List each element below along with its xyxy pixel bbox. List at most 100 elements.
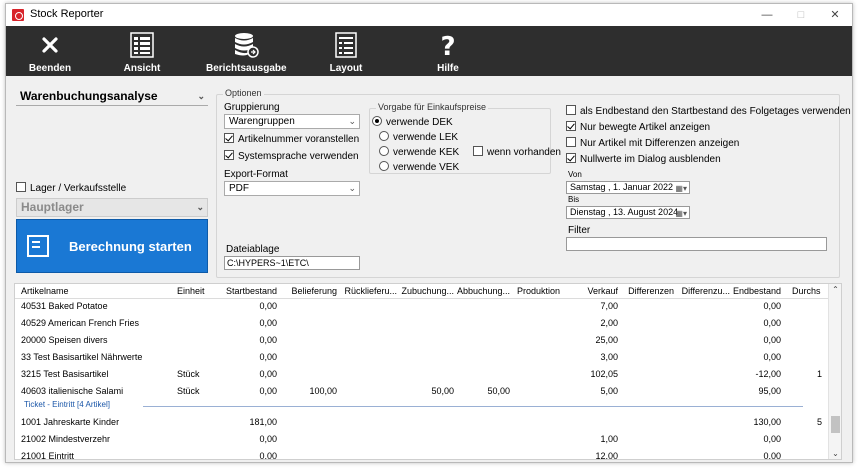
cell-unit: Stück [177, 369, 200, 379]
layout-label: Layout [329, 63, 363, 74]
col-zubuchung[interactable]: Zubuchung... [398, 286, 454, 296]
checkbox-icon [16, 182, 26, 192]
radio-vek[interactable]: verwende VEK [379, 161, 459, 175]
cell-verk: 5,00 [600, 386, 618, 396]
filter-input[interactable] [566, 237, 827, 251]
group-row[interactable]: Ticket - Eintritt [4 Artikel] [15, 399, 830, 413]
cell-name: 33 Test Basisartikel Nährwerte [21, 352, 143, 362]
radio-dek[interactable]: verwende DEK [372, 116, 453, 130]
close-window-button[interactable]: ✕ [818, 4, 852, 26]
cell-name: 3215 Test Basisartikel [21, 369, 109, 379]
exportformat-select[interactable]: PDF ⌄ [224, 181, 360, 196]
col-startbestand[interactable]: Startbestand [221, 286, 277, 296]
maximize-button[interactable]: □ [784, 4, 818, 26]
cell-end: 0,00 [763, 451, 781, 460]
col-endbestand[interactable]: Endbestand [725, 286, 781, 296]
col-durchschnitt[interactable]: Durchs [792, 286, 821, 296]
scroll-thumb[interactable] [831, 416, 840, 433]
radio-icon [379, 131, 389, 141]
col-differenzu[interactable]: Differenzu... [674, 286, 730, 296]
database-export-icon [235, 33, 259, 58]
cell-verk: 3,00 [600, 352, 618, 362]
cell-end: 0,00 [763, 335, 781, 345]
group-divider [143, 406, 803, 407]
col-ruecklieferung[interactable]: Rücklieferu... [341, 286, 397, 296]
radio-dek-label: verwende DEK [386, 117, 453, 128]
checkbox-icon [566, 153, 576, 163]
radio-icon [372, 116, 382, 126]
wenn-vorhanden-checkbox[interactable]: wenn vorhanden [473, 146, 561, 160]
scroll-up-icon[interactable]: ⌃ [829, 285, 841, 294]
von-date-picker[interactable]: Samstag , 1. Januar 2022 ▦▾ [566, 181, 690, 194]
cell-name: 21001 Eintritt [21, 451, 75, 460]
checkbox-icon [566, 105, 576, 115]
col-abbuchung[interactable]: Abbuchung... [454, 286, 510, 296]
table-row[interactable]: 40531 Baked Potatoe 0,00 7,00 0,00 [15, 298, 830, 315]
berichtsausgabe-label: Berichtsausgabe [206, 63, 287, 74]
ansicht-button[interactable]: Ansicht [112, 26, 172, 76]
vorgabe-title: Vorgabe für Einkaufspreise [376, 102, 489, 112]
col-verkauf[interactable]: Verkauf [562, 286, 618, 296]
checkbox-icon [224, 150, 234, 160]
systemsprache-checkbox[interactable]: Systemsprache verwenden [224, 150, 359, 164]
report-type-select[interactable]: Warenbuchungsanalyse ⌄ [16, 88, 208, 106]
nullwerte-checkbox[interactable]: Nullwerte im Dialog ausblenden [566, 153, 721, 167]
table-row[interactable]: 1001 Jahreskarte Kinder 181,00 130,00 5 [15, 414, 830, 431]
cell-name: 1001 Jahreskarte Kinder [21, 417, 120, 427]
minimize-button[interactable]: — [750, 4, 784, 26]
lager-checkbox[interactable]: Lager / Verkaufsstelle [16, 182, 126, 196]
table-row[interactable]: 33 Test Basisartikel Nährwerte 0,00 3,00 0,… [15, 349, 830, 366]
radio-vek-label: verwende VEK [393, 162, 460, 173]
group-label: Ticket - Eintritt [4 Artikel] [24, 400, 110, 409]
bis-label: Bis [568, 195, 580, 204]
cell-name: 21002 Mindestverzehr [21, 434, 111, 444]
table-row[interactable]: 21002 Mindestverzehr 0,00 1,00 0,00 [15, 431, 830, 448]
cell-unit: Stück [177, 386, 200, 396]
scroll-down-icon[interactable]: ⌄ [829, 449, 841, 458]
beenden-button[interactable]: Beenden [20, 26, 80, 76]
dateiablage-input[interactable]: C:\HYPERS~1\ETC\ [224, 256, 360, 270]
report-type-value: Warenbuchungsanalyse [20, 89, 158, 103]
table-row[interactable]: 20000 Speisen divers 0,00 25,00 0,00 [15, 332, 830, 349]
col-differenzen[interactable]: Differenzen [618, 286, 674, 296]
checkbox-icon [473, 146, 483, 156]
col-produktion[interactable]: Produktion [504, 286, 560, 296]
exportformat-label: Export-Format [224, 169, 288, 180]
dateiablage-value: C:\HYPERS~1\ETC\ [227, 258, 309, 268]
table-row[interactable]: 40529 American French Fries 0,00 2,00 0,00 [15, 315, 830, 332]
bis-date-picker[interactable]: Dienstag , 13. August 2024 ▦▾ [566, 206, 690, 219]
col-belieferung[interactable]: Belieferung [281, 286, 337, 296]
col-artikelname[interactable]: Artikelname [21, 286, 69, 296]
report-icon [27, 235, 49, 257]
table-row[interactable]: 3215 Test Basisartikel Stück 0,00 102,05 -12… [15, 366, 830, 383]
layout-button[interactable]: Layout [316, 26, 376, 76]
gruppierung-select[interactable]: Warengruppen ⌄ [224, 114, 360, 129]
von-label: Von [568, 170, 582, 179]
hilfe-button[interactable]: ? Hilfe [418, 26, 478, 76]
calendar-dropdown-icon: ▦▾ [675, 184, 687, 193]
endbestand-checkbox[interactable]: als Endbestand den Startbestand des Folg… [566, 105, 851, 119]
svg-text:?: ? [440, 32, 455, 58]
cell-ab: 50,00 [487, 386, 510, 396]
cell-start: 0,00 [259, 301, 277, 311]
artikelnummer-checkbox[interactable]: Artikelnummer voranstellen [224, 133, 359, 147]
radio-kek[interactable]: verwende KEK [379, 146, 459, 160]
lager-select[interactable]: Hauptlager ⌄ [16, 198, 208, 217]
vertical-scrollbar[interactable]: ⌃ ⌄ [828, 284, 841, 459]
radio-lek[interactable]: verwende LEK [379, 131, 458, 145]
table-row[interactable]: 40603 italienische Salami Stück 0,00 100,00… [15, 383, 830, 400]
differenzen-checkbox[interactable]: Nur Artikel mit Differenzen anzeigen [566, 137, 739, 151]
berechnung-starten-button[interactable]: Berechnung starten [16, 219, 208, 273]
bewegte-artikel-label: Nur bewegte Artikel anzeigen [580, 122, 711, 133]
table-row[interactable]: 21001 Eintritt 0,00 12,00 0,00 [15, 448, 830, 460]
gruppierung-value: Warengruppen [229, 116, 295, 127]
systemsprache-label: Systemsprache verwenden [238, 151, 359, 162]
bewegte-artikel-checkbox[interactable]: Nur bewegte Artikel anzeigen [566, 121, 710, 135]
lager-label: Lager / Verkaufsstelle [30, 183, 127, 194]
col-einheit[interactable]: Einheit [177, 286, 205, 296]
von-value: Samstag , 1. Januar 2022 [570, 182, 674, 192]
cell-start: 0,00 [259, 451, 277, 460]
chevron-down-icon: ⌄ [197, 91, 205, 101]
berichtsausgabe-button[interactable]: Berichtsausgabe [206, 26, 287, 76]
cell-name: 40531 Baked Potatoe [21, 301, 108, 311]
